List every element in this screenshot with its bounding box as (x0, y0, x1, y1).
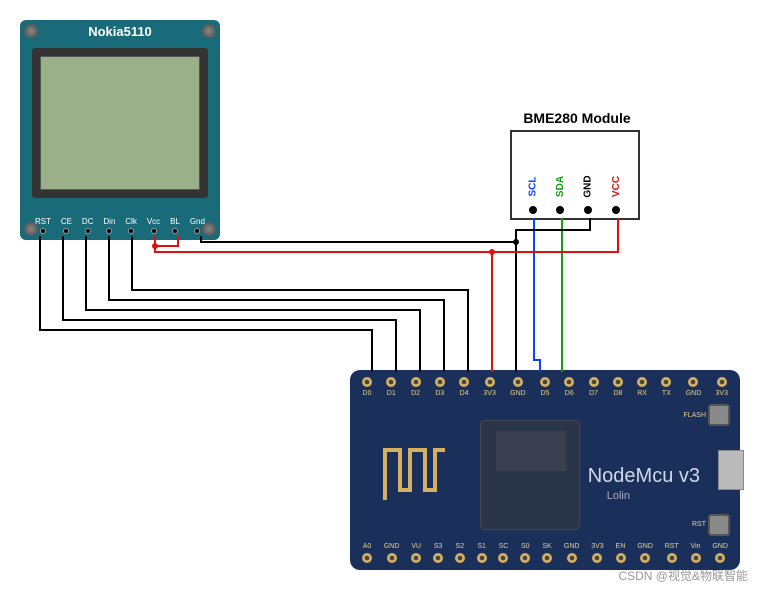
nokia-pin-rst: RST (35, 204, 51, 234)
mcu-pin-gnd: GND (564, 543, 580, 564)
mcu-pin-vin: Vin (691, 543, 701, 564)
mcu-pin-sk: SK (542, 543, 552, 564)
mcu-pin-gnd: GND (384, 543, 400, 564)
bme-pin-gnd: GND (577, 181, 599, 214)
bme-pin-scl: SCL (523, 181, 543, 214)
mcu-pin-d6: D6 (564, 376, 574, 397)
mcu-pin-s0: S0 (520, 543, 530, 564)
screw-icon (202, 24, 216, 38)
bme-pin-vcc: VCC (606, 181, 627, 214)
nokia-pin-din: Din (103, 204, 115, 234)
mcu-pin-d1: D1 (386, 376, 396, 397)
mcu-pin-gnd: GND (686, 376, 702, 397)
bme-pin-row: SCL SDA GND VCC (520, 164, 630, 214)
pcb-antenna-icon (380, 440, 450, 510)
mcu-pin-gnd: GND (510, 376, 526, 397)
mcu-pin-en: EN (616, 543, 626, 564)
bme280-title: BME280 Module (507, 110, 647, 126)
nokia-title: Nokia5110 (20, 24, 220, 39)
mcu-pin-d7: D7 (589, 376, 599, 397)
mcu-pin-rst: RST (665, 543, 679, 564)
chip-shield (496, 431, 566, 471)
mcu-pin-d8: D8 (613, 376, 623, 397)
mcu-pin-d3: D3 (435, 376, 445, 397)
nokia-pin-gnd: Gnd (190, 204, 205, 234)
nokia-pin-vcc: Vcc (147, 204, 160, 234)
mcu-bottom-pins: A0 GND VU S3 S2 S1 SC S0 SK GND 3V3 EN GND RST Vin GND (362, 543, 728, 564)
reset-button[interactable] (708, 514, 730, 536)
mcu-pin-tx: TX (661, 376, 671, 397)
mcu-pin-3v3: 3V3 (591, 543, 603, 564)
mcu-pin-d0: D0 (362, 376, 372, 397)
nokia-pin-ce: CE (61, 204, 72, 234)
nokia-pin-dc: DC (82, 204, 94, 234)
mcu-pin-d2: D2 (411, 376, 421, 397)
mcu-name: NodeMcu v3 (588, 465, 700, 488)
flash-label: FLASH (683, 412, 706, 419)
flash-button[interactable] (708, 404, 730, 426)
mcu-pin-d5: D5 (540, 376, 550, 397)
mcu-pin-s2: S2 (455, 543, 465, 564)
mcu-pin-sc: SC (498, 543, 508, 564)
nodemcu-board: D0 D1 D2 D3 D4 3V3 GND D5 D6 D7 D8 RX TX GND 3V3 A0 GND… (350, 370, 740, 570)
mcu-pin-gnd: GND (637, 543, 653, 564)
nokia-pin-clk: Clk (125, 204, 137, 234)
nokia-lcd-screen (40, 56, 200, 190)
nokia-lcd-frame (32, 48, 208, 198)
nokia-pin-bl: BL (170, 204, 180, 234)
screw-icon (24, 24, 38, 38)
nokia5110-module: Nokia5110 RST CE DC Din Clk Vcc BL Gnd (20, 20, 220, 240)
rst-label: RST (692, 521, 706, 528)
esp8266-chip (480, 420, 580, 530)
mcu-pin-3v3: 3V3 (716, 376, 728, 397)
mcu-pin-gnd: GND (712, 543, 728, 564)
bme280-module: BME280 Module SCL SDA GND VCC (510, 130, 640, 220)
watermark: CSDN @视觉&物联智能 (618, 567, 748, 584)
mcu-pin-s1: S1 (477, 543, 487, 564)
mcu-top-pins: D0 D1 D2 D3 D4 3V3 GND D5 D6 D7 D8 RX TX GND 3V3 (362, 376, 728, 397)
mcu-pin-a0: A0 (362, 543, 372, 564)
mcu-pin-rx: RX (637, 376, 647, 397)
mcu-pin-vu: VU (411, 543, 421, 564)
nokia-pin-row: RST CE DC Din Clk Vcc BL Gnd (30, 204, 210, 234)
mcu-subtitle: Lolin (607, 490, 630, 502)
mcu-pin-d4: D4 (459, 376, 469, 397)
mcu-pin-s3: S3 (433, 543, 443, 564)
mcu-pin-3v3: 3V3 (483, 376, 495, 397)
bme-pin-sda: SDA (550, 181, 571, 214)
usb-port-icon (718, 450, 744, 490)
